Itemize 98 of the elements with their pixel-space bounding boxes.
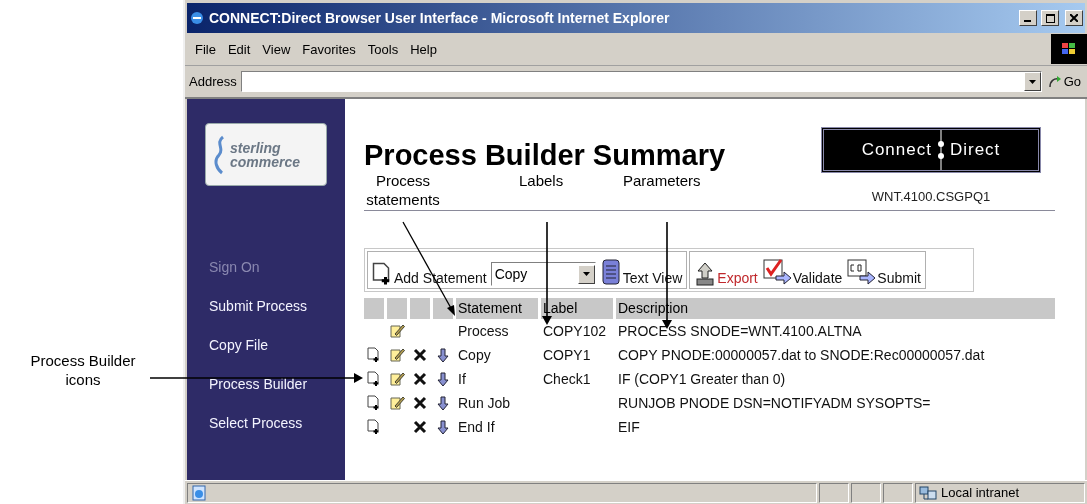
- move-down-button[interactable]: [437, 395, 449, 411]
- node-name: WNT.4100.CSGPQ1: [871, 189, 991, 204]
- add-page-icon: [367, 371, 381, 387]
- zone-text: Local intranet: [941, 485, 1020, 500]
- move-down-button[interactable]: [437, 419, 449, 435]
- edit-icon: [389, 323, 405, 339]
- menu-item[interactable]: File: [191, 39, 224, 59]
- move-down-button[interactable]: [437, 371, 449, 387]
- validate-button[interactable]: Validate: [761, 258, 843, 286]
- statement-cell-text: Process: [457, 322, 510, 341]
- delete-icon: [413, 372, 427, 386]
- delete-button[interactable]: [413, 348, 427, 362]
- upload-icon: [694, 262, 717, 286]
- header-cell: [364, 298, 384, 319]
- dropdown-button[interactable]: [1023, 72, 1041, 91]
- address-field[interactable]: [240, 71, 1042, 92]
- page-icon: [191, 484, 207, 501]
- insert-button[interactable]: [367, 419, 381, 435]
- status-pane: [819, 482, 849, 503]
- brand-divider-icon: [937, 130, 944, 170]
- menu-item[interactable]: Help: [406, 39, 445, 59]
- edit-button[interactable]: [389, 347, 405, 363]
- nav-link[interactable]: Select Process: [209, 415, 303, 431]
- dropdown-button[interactable]: [577, 264, 595, 284]
- add-page-icon: [367, 395, 381, 411]
- down-arrow-icon: [437, 419, 449, 435]
- column-header: Statement: [456, 298, 538, 319]
- insert-button[interactable]: [367, 371, 381, 387]
- logo-text: sterling: [230, 140, 282, 155]
- label-cell-text: COPY102: [542, 322, 608, 341]
- status-pane: [883, 482, 913, 503]
- checkmark-icon: [761, 258, 792, 286]
- edit-button[interactable]: [389, 371, 405, 387]
- callout-label: Process Builder icons: [29, 352, 137, 390]
- delete-icon: [413, 396, 427, 410]
- swoosh-icon: [214, 134, 226, 175]
- brand-text: Connect: [861, 140, 932, 160]
- window-title: CONNECT:Direct Browser User Interface - Microsoft Internet Explorer: [209, 10, 671, 26]
- insert-button[interactable]: [367, 347, 381, 363]
- export-button[interactable]: Export: [694, 262, 758, 286]
- nav-link[interactable]: Submit Process: [209, 298, 308, 314]
- menu-item[interactable]: View: [258, 39, 299, 59]
- label-cell-text: Check1: [542, 370, 592, 389]
- close-button[interactable]: [1065, 10, 1083, 26]
- down-arrow-icon: [437, 395, 449, 411]
- submit-button[interactable]: Submit: [846, 258, 921, 286]
- statement-cell-text: Copy: [457, 346, 492, 365]
- edit-icon: [389, 347, 405, 363]
- close-icon: [1070, 14, 1078, 22]
- down-arrow-icon: [437, 347, 449, 363]
- menu-item[interactable]: Tools: [363, 39, 407, 59]
- go-button[interactable]: Go: [1045, 74, 1083, 89]
- header-cell: [387, 298, 407, 319]
- description-cell-text: COPY PNODE:00000057.dat to SNODE:Rec00000057.dat: [617, 346, 986, 365]
- status-pane: [851, 482, 881, 503]
- maximize-button[interactable]: [1041, 10, 1059, 26]
- nav-link[interactable]: Copy File: [209, 337, 269, 353]
- menu-item[interactable]: Edit: [223, 39, 259, 59]
- move-down-button[interactable]: [437, 347, 449, 363]
- edit-button[interactable]: [389, 323, 405, 339]
- delete-button[interactable]: [413, 420, 427, 434]
- maximize-icon: [1045, 13, 1055, 23]
- browser-icon: [189, 10, 205, 26]
- go-arrow-icon: [1047, 74, 1062, 89]
- down-arrow-icon: [437, 371, 449, 387]
- insert-button[interactable]: [367, 395, 381, 411]
- header-cell: [433, 298, 453, 319]
- network-icon: [919, 484, 937, 501]
- description-cell-text: PROCESS SNODE=WNT.4100.ALTNA: [617, 322, 863, 341]
- minimize-button[interactable]: [1019, 10, 1037, 26]
- description-cell-text: RUNJOB PNODE DSN=NOTIFYADM SYSOPTS=: [617, 394, 932, 413]
- delete-button[interactable]: [413, 372, 427, 386]
- submit-arrow-icon: [846, 258, 877, 286]
- description-cell-text: EIF: [617, 418, 641, 437]
- label-cell-text: COPY1: [542, 346, 592, 365]
- add-page-icon: [367, 419, 381, 435]
- caret-icon: [582, 272, 590, 276]
- add-page-icon: [367, 347, 381, 363]
- description-cell-text: IF (COPY1 Greater than 0): [617, 370, 787, 389]
- edit-icon: [389, 395, 405, 411]
- nav-link[interactable]: Process Builder: [209, 376, 308, 392]
- brand-text: Direct: [949, 140, 1001, 160]
- statement-cell-text: If: [457, 370, 467, 389]
- page-title: Process Builder Summary: [364, 139, 726, 173]
- menu-item[interactable]: Favorites: [298, 39, 364, 59]
- statement-cell-text: Run Job: [457, 394, 512, 413]
- address-label: Address: [189, 74, 237, 89]
- statement-select[interactable]: Copy: [490, 262, 596, 286]
- scroll-icon: [599, 258, 622, 286]
- flag-icon: [1061, 42, 1077, 56]
- caret-icon: [1028, 79, 1036, 84]
- delete-button[interactable]: [413, 396, 427, 410]
- delete-icon: [413, 420, 427, 434]
- delete-icon: [413, 348, 427, 362]
- edit-icon: [389, 371, 405, 387]
- header-cell: [410, 298, 430, 319]
- statement-cell-text: End If: [457, 418, 496, 437]
- edit-button[interactable]: [389, 395, 405, 411]
